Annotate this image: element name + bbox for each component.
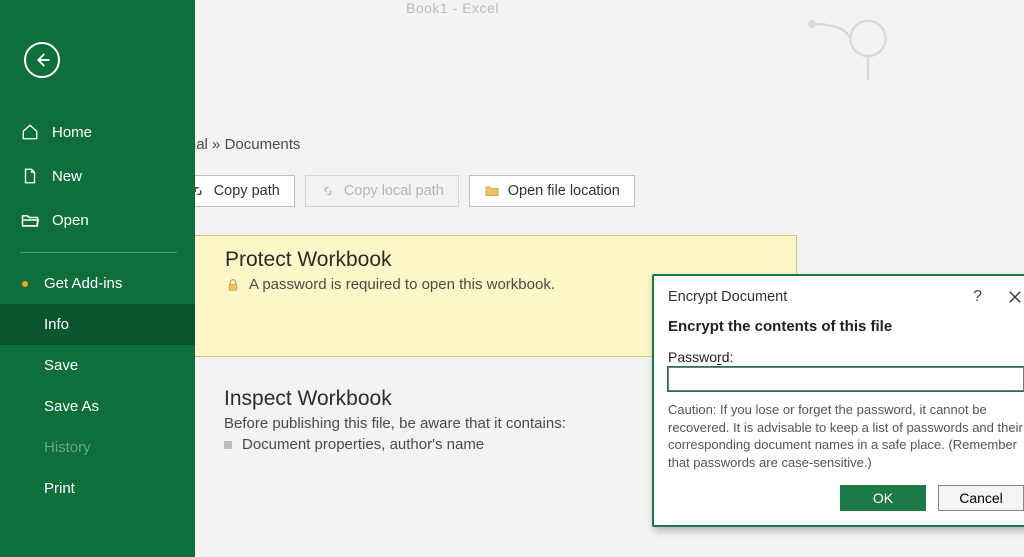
sidebar-item-addins[interactable]: Get Add-ins — [0, 263, 195, 304]
section-description: A password is required to open this work… — [249, 276, 555, 293]
dialog-caution-text: Caution: If you lose or forget the passw… — [668, 401, 1024, 471]
document-title: Book1 — [195, 104, 867, 132]
backstage-main: Book1 - Excel Info Book1 OneDrive - Pers… — [195, 0, 1024, 557]
sidebar-item-print[interactable]: Print — [0, 468, 195, 509]
copy-local-path-button: Copy local path — [305, 175, 459, 207]
sidebar-item-saveas[interactable]: Save As — [0, 386, 195, 427]
lock-small-icon — [225, 277, 241, 293]
backstage-sidebar: Home New Open Get Add-ins Info Save Save… — [0, 0, 195, 557]
sidebar-item-label: Open — [52, 212, 89, 229]
bullet-icon — [224, 441, 232, 449]
sidebar-item-label: Get Add-ins — [44, 275, 122, 292]
folder-icon — [484, 183, 500, 199]
bullet-text: Document properties, author's name — [242, 436, 484, 453]
link-icon — [320, 183, 336, 199]
encrypt-document-dialog: Encrypt Document ? Encrypt the contents … — [652, 274, 1024, 527]
sidebar-item-open[interactable]: Open — [0, 198, 195, 242]
section-title: Protect Workbook — [225, 248, 776, 272]
ok-button[interactable]: OK — [840, 485, 926, 511]
arrow-left-icon — [33, 51, 51, 69]
window-title: Book1 - Excel — [195, 0, 867, 16]
sidebar-item-home[interactable]: Home — [0, 110, 195, 154]
sidebar-item-save[interactable]: Save — [0, 345, 195, 386]
home-icon — [20, 122, 40, 142]
sidebar-item-label: Print — [44, 480, 75, 497]
folder-open-icon — [20, 210, 40, 230]
document-path: OneDrive - Personal » Documents — [195, 136, 867, 153]
new-file-icon — [20, 166, 40, 186]
sidebar-item-history[interactable]: History — [0, 427, 195, 468]
button-label: Copy path — [214, 183, 280, 199]
decorative-graphic — [807, 0, 897, 80]
password-label: Password: — [668, 349, 1024, 365]
sidebar-separator — [20, 252, 177, 253]
action-row: Share Copy path Copy local path Open fil… — [195, 175, 867, 207]
open-file-location-button[interactable]: Open file location — [469, 175, 635, 207]
sidebar-item-info[interactable]: Info — [0, 304, 195, 345]
link-icon — [195, 183, 206, 199]
button-label: Copy local path — [344, 183, 444, 199]
sidebar-item-label: Home — [52, 124, 92, 141]
sidebar-item-label: Info — [44, 316, 69, 333]
sidebar-item-label: Save — [44, 357, 78, 374]
close-icon — [1008, 290, 1022, 304]
back-button[interactable] — [24, 42, 60, 78]
copy-path-button[interactable]: Copy path — [195, 175, 295, 207]
section-description: Before publishing this file, be aware th… — [224, 415, 566, 432]
button-label: Open file location — [508, 183, 620, 199]
dialog-title: Encrypt Document — [668, 289, 969, 305]
page-title: Info — [195, 24, 867, 72]
sidebar-item-label: New — [52, 168, 82, 185]
dialog-subtitle: Encrypt the contents of this file — [668, 318, 1024, 335]
password-input[interactable] — [668, 367, 1024, 391]
dialog-close-button[interactable] — [1006, 288, 1024, 306]
dialog-help-button[interactable]: ? — [969, 288, 986, 306]
sidebar-item-label: Save As — [44, 398, 99, 415]
cancel-button[interactable]: Cancel — [938, 485, 1024, 511]
sidebar-item-new[interactable]: New — [0, 154, 195, 198]
sidebar-item-label: History — [44, 439, 91, 456]
